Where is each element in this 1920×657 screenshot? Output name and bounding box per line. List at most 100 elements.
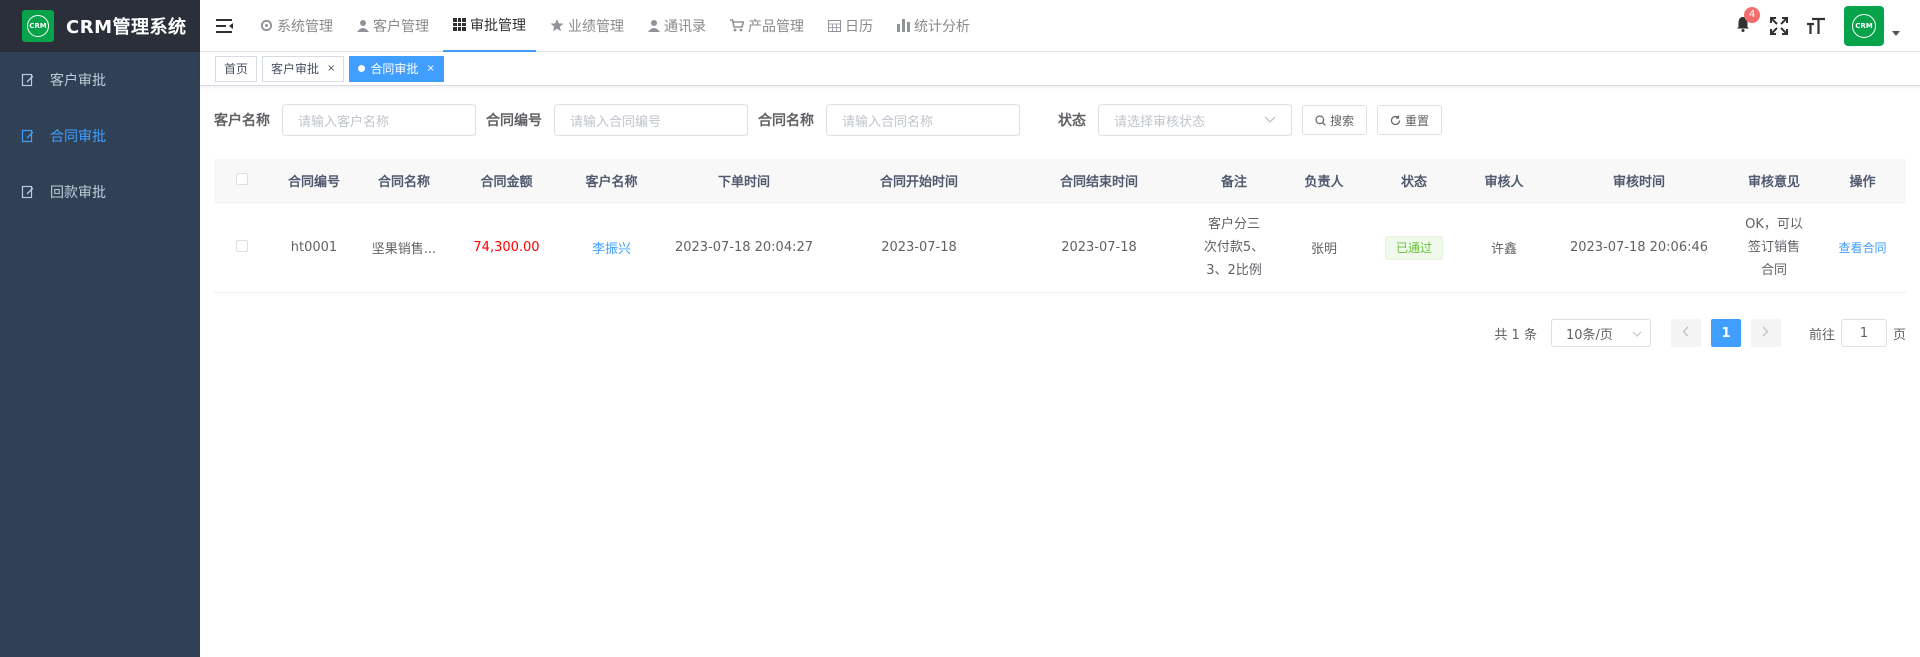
col-header: 合同金额 [480, 175, 533, 190]
search-button[interactable]: 搜索 [1302, 105, 1368, 135]
row-select-cell [214, 239, 269, 256]
topnav-performance[interactable]: 业绩管理 [540, 0, 634, 52]
opinion-cell: OK，可以 签订销售 合同 [1745, 217, 1803, 278]
notification-bell[interactable]: 4 [1736, 7, 1760, 36]
status-select[interactable]: 请选择审核状态 [1098, 104, 1292, 136]
notification-badge: 4 [1744, 7, 1760, 23]
table-row: ht0001 坚果销售... 74,300.00 李振兴 2023-07-18 … [214, 203, 1906, 293]
note-cell: 客户分三 次付款5、 3、2比例 [1203, 217, 1265, 278]
amount-cell: 74,300.00 [473, 240, 540, 255]
review-time-cell: 2023-07-18 20:06:46 [1569, 240, 1709, 255]
next-page-button[interactable] [1750, 319, 1781, 347]
bell-icon [1736, 17, 1750, 36]
status-badge: 已通过 [1384, 235, 1443, 260]
topnav-system[interactable]: 系统管理 [250, 0, 343, 52]
topnav-statistics[interactable]: 统计分析 [887, 0, 980, 52]
sidebar-item-payment-approval[interactable]: 回款审批 [0, 164, 200, 220]
topnav-customer[interactable]: 客户管理 [347, 0, 439, 52]
navbar-right: 4 CRM [1736, 0, 1900, 52]
select-all-cell [214, 172, 269, 189]
logo-icon: CRM [22, 10, 54, 42]
status-label: 状态 [1058, 113, 1086, 129]
customer-link[interactable]: 李振兴 [592, 242, 631, 257]
contract-no-input[interactable]: 请输入合同编号 [554, 104, 748, 136]
col-header: 备注 [1220, 175, 1247, 190]
col-header: 审核意见 [1747, 175, 1800, 190]
sidebar-item-label: 合同审批 [50, 129, 106, 145]
col-header: 合同编号 [287, 175, 340, 190]
chevron-down-icon [1632, 326, 1642, 341]
row-checkbox[interactable] [235, 239, 248, 252]
sidebar-item-label: 客户审批 [50, 73, 106, 89]
fullscreen-icon[interactable] [1770, 17, 1788, 35]
edit-doc-icon [20, 184, 36, 200]
grid-icon [453, 18, 466, 31]
goto-page: 前往 1 页 [1809, 319, 1906, 347]
refresh-icon [1390, 115, 1401, 126]
chevron-left-icon [1682, 326, 1689, 341]
goto-page-input[interactable]: 1 [1840, 319, 1887, 347]
sidebar-menu: 客户审批 合同审批 回款审批 [0, 52, 200, 220]
col-header: 合同开始时间 [879, 175, 958, 190]
page-size-select[interactable]: 10条/页 [1550, 319, 1651, 347]
user-icon [357, 19, 369, 32]
order-time-cell: 2023-07-18 20:04:27 [674, 240, 814, 255]
close-icon[interactable]: × [426, 63, 434, 74]
contract-name-input[interactable]: 请输入合同名称 [826, 104, 1020, 136]
contract-approval-table: 合同编号 合同名称 合同金额 客户名称 下单时间 合同开始时间 合同结束时间 备… [214, 159, 1906, 293]
logo-area: CRM CRM管理系统 [0, 0, 200, 52]
app-title: CRM管理系统 [66, 17, 187, 38]
calendar-icon [828, 19, 841, 32]
hamburger-icon[interactable] [200, 0, 250, 52]
close-icon[interactable]: × [327, 63, 335, 74]
edit-doc-icon [20, 128, 36, 144]
font-size-icon[interactable] [1806, 17, 1826, 35]
pagination: 共 1 条 10条/页 1 前往 1 页 [1494, 318, 1906, 348]
top-menu: 系统管理 客户管理 审批管理 业绩管理 通讯录 产品管理 日历 统计分析 [250, 0, 984, 52]
customer-name-input[interactable]: 请输入客户名称 [282, 104, 476, 136]
col-header: 状态 [1400, 175, 1427, 190]
topnav-approval[interactable]: 审批管理 [443, 0, 536, 52]
bar-chart-icon [897, 19, 910, 32]
col-header: 负责人 [1304, 175, 1344, 190]
page-number-button[interactable]: 1 [1710, 319, 1741, 347]
customer-name-label: 客户名称 [214, 113, 270, 129]
caret-down-icon[interactable] [1892, 30, 1900, 36]
col-header: 合同结束时间 [1059, 175, 1138, 190]
user-icon [648, 19, 660, 32]
prev-page-button[interactable] [1670, 319, 1701, 347]
col-header: 审核时间 [1612, 175, 1665, 190]
col-header: 合同名称 [377, 175, 430, 190]
chevron-right-icon [1762, 326, 1769, 341]
tag-customer-approval[interactable]: 客户审批 × [262, 55, 345, 82]
tag-home[interactable]: 首页 [215, 55, 258, 82]
action-cell: 查看合同 [1819, 239, 1906, 256]
tag-contract-approval[interactable]: 合同审批 × [349, 55, 444, 82]
reviewer-cell: 许鑫 [1490, 242, 1517, 257]
sidebar-item-customer-approval[interactable]: 客户审批 [0, 52, 200, 108]
search-form: 客户名称 请输入客户名称 合同编号 请输入合同编号 合同名称 请输入合同名称 状… [214, 104, 1452, 136]
view-contract-link[interactable]: 查看合同 [1838, 241, 1886, 255]
top-navbar: 系统管理 客户管理 审批管理 业绩管理 通讯录 产品管理 日历 统计分析 4 C… [200, 0, 1920, 52]
contract-no-cell: ht0001 [290, 240, 338, 255]
sidebar: CRM CRM管理系统 客户审批 合同审批 回款审批 [0, 0, 200, 657]
contract-no-label: 合同编号 [486, 113, 542, 129]
select-all-checkbox[interactable] [235, 172, 248, 185]
col-header: 操作 [1849, 175, 1876, 190]
reset-button[interactable]: 重置 [1377, 105, 1443, 135]
col-header: 审核人 [1484, 175, 1524, 190]
col-header: 客户名称 [585, 175, 638, 190]
topnav-contacts[interactable]: 通讯录 [638, 0, 716, 52]
tags-view: 首页 客户审批 × 合同审批 × [200, 52, 1920, 86]
topnav-calendar[interactable]: 日历 [818, 0, 883, 52]
contract-name-cell: 坚果销售... [371, 242, 437, 257]
col-header: 下单时间 [717, 175, 770, 190]
topnav-product[interactable]: 产品管理 [720, 0, 814, 52]
start-date-cell: 2023-07-18 [881, 240, 957, 255]
active-dot [358, 65, 366, 72]
customer-cell: 李振兴 [564, 238, 659, 257]
sidebar-item-label: 回款审批 [50, 185, 106, 201]
owner-cell: 张明 [1310, 242, 1337, 257]
avatar[interactable]: CRM [1844, 6, 1884, 46]
sidebar-item-contract-approval[interactable]: 合同审批 [0, 108, 200, 164]
